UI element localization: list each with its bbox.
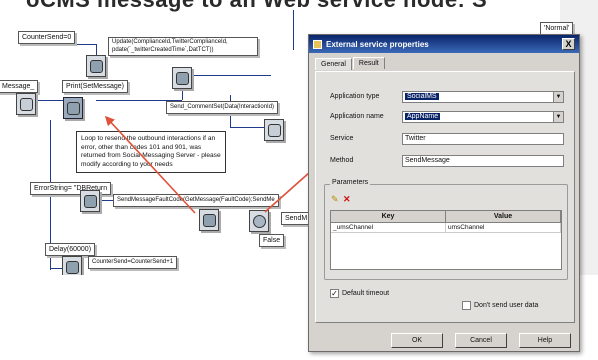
delete-icon[interactable]: ✕ — [343, 195, 351, 204]
tab-general[interactable]: General — [315, 58, 352, 70]
application-name-label: Application name — [330, 113, 384, 120]
chevron-down-icon[interactable]: ▼ — [553, 112, 563, 122]
service-input[interactable]: Twitter — [402, 133, 564, 145]
chevron-down-icon[interactable]: ▼ — [553, 92, 563, 102]
general-tab-panel: Application type SocialMS ▼ Application … — [315, 71, 575, 323]
dialog-title: External service properties — [326, 39, 429, 49]
dialog-tabs: General Result — [315, 57, 386, 70]
application-type-select[interactable]: SocialMS ▼ — [402, 91, 564, 103]
key-column-header[interactable]: Key — [331, 211, 446, 222]
dont-send-user-data-label: Don't send user data — [474, 302, 539, 309]
external-service-dialog: External service properties X General Re… — [308, 34, 580, 352]
application-name-select[interactable]: AppName ▼ — [402, 111, 564, 123]
checkbox-box[interactable]: ✓ — [330, 289, 339, 298]
help-button[interactable]: Help — [519, 333, 571, 348]
value-column-header[interactable]: Value — [446, 211, 561, 222]
default-timeout-checkbox[interactable]: ✓ Default timeout — [330, 289, 389, 298]
param-value-cell[interactable]: umsChannel — [446, 223, 561, 232]
dont-send-user-data-checkbox[interactable]: Don't send user data — [462, 301, 538, 310]
default-timeout-label: Default timeout — [342, 290, 390, 297]
method-input[interactable]: SendMessage — [402, 155, 564, 167]
parameters-table[interactable]: Key Value _umsChannel umsChannel — [330, 210, 562, 270]
table-row[interactable]: _umsChannel umsChannel — [331, 223, 561, 233]
application-name-value: AppName — [405, 113, 441, 120]
service-icon — [313, 39, 322, 49]
annotation-arrow — [104, 115, 196, 214]
method-label: Method — [330, 157, 354, 164]
application-type-label: Application type — [330, 93, 380, 100]
close-button[interactable]: X — [562, 38, 575, 50]
application-type-value: SocialMS — [405, 93, 439, 100]
param-key-cell[interactable]: _umsChannel — [331, 223, 446, 232]
checkbox-box[interactable] — [462, 301, 471, 310]
service-label: Service — [330, 135, 354, 142]
parameters-group-title: Parameters — [330, 179, 371, 186]
edit-icon[interactable]: ✎ — [331, 195, 339, 204]
cancel-button[interactable]: Cancel — [455, 333, 507, 348]
ok-button[interactable]: OK — [391, 333, 443, 348]
parameters-table-header: Key Value — [331, 211, 561, 223]
dialog-title-bar[interactable]: External service properties X — [309, 35, 579, 53]
tab-result[interactable]: Result — [352, 57, 385, 69]
